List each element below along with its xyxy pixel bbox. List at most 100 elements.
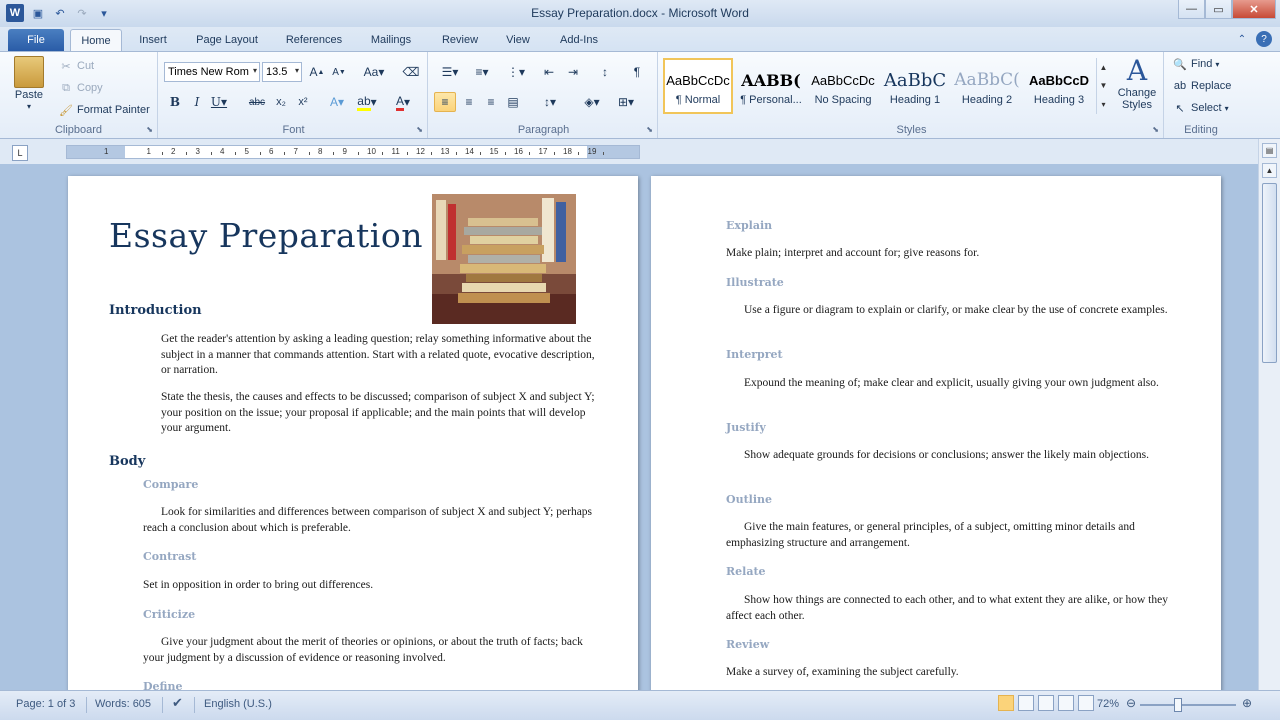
style-heading-2[interactable]: AaBbC( Heading 2: [952, 58, 1022, 114]
line-spacing-icon[interactable]: ↕▾: [536, 92, 564, 112]
style-preview: AaBbCcD: [1029, 72, 1089, 88]
zoom-slider-thumb[interactable]: [1174, 698, 1182, 712]
ribbon-tabs: File Home Insert Page Layout References …: [0, 27, 1280, 51]
zoom-out-icon[interactable]: ⊖: [1126, 696, 1136, 710]
clear-formatting-icon[interactable]: ⌫: [400, 62, 422, 82]
book-stack-image[interactable]: [432, 194, 576, 324]
font-color-icon[interactable]: A ▾: [392, 92, 414, 112]
font-name-combo[interactable]: Times New Rom ▾: [164, 62, 260, 82]
show-formatting-icon[interactable]: ¶: [626, 62, 648, 82]
tab-mailings[interactable]: Mailings: [360, 29, 422, 51]
tab-file[interactable]: File: [8, 29, 64, 51]
shrink-font-button[interactable]: A ▼: [328, 62, 350, 82]
tab-review[interactable]: Review: [432, 29, 488, 51]
style-preview: AABB(: [741, 70, 801, 90]
align-center-icon[interactable]: ≡: [458, 92, 480, 112]
style-heading-1[interactable]: AaBbC Heading 1: [880, 58, 950, 114]
chevron-down-icon[interactable]: ▼: [1100, 81, 1108, 90]
tab-view[interactable]: View: [496, 29, 540, 51]
scroll-thumb[interactable]: [1262, 183, 1277, 363]
ruler-tick: [333, 152, 335, 155]
minimize-ribbon-icon[interactable]: ⌃: [1234, 31, 1250, 47]
text-effects-icon[interactable]: A▾: [326, 92, 348, 112]
grow-font-button[interactable]: A ▲: [306, 62, 328, 82]
tab-page-layout[interactable]: Page Layout: [186, 29, 268, 51]
borders-icon[interactable]: ⊞▾: [612, 92, 640, 112]
style-heading-3[interactable]: AaBbCcD Heading 3: [1024, 58, 1094, 114]
contrast-paragraph: Set in opposition in order to bring out …: [143, 579, 374, 591]
bullets-icon[interactable]: ☰▾: [436, 62, 464, 82]
minimize-button[interactable]: —: [1178, 0, 1205, 19]
compare-heading: Compare: [143, 478, 199, 491]
ruler-number: 6: [269, 147, 274, 156]
strikethrough-button[interactable]: abc: [246, 92, 268, 112]
justify-icon[interactable]: ▤: [502, 92, 524, 112]
style-personal[interactable]: AABB( ¶ Personal...: [736, 58, 806, 114]
ruler-toggle-icon[interactable]: ▤: [1262, 143, 1277, 158]
font-size-combo[interactable]: 13.5 ▾: [262, 62, 302, 82]
tab-selector-icon[interactable]: L: [12, 145, 28, 161]
document-area[interactable]: Essay Preparation Introduction Get the r…: [0, 164, 1258, 690]
align-right-icon[interactable]: ≡: [480, 92, 502, 112]
find-button[interactable]: 🔍 Find ▾: [1172, 56, 1219, 72]
bold-button[interactable]: B: [164, 92, 186, 112]
multilevel-list-icon[interactable]: ⋮▾: [502, 62, 530, 82]
review-heading: Review: [726, 638, 770, 651]
paragraph-launcher-icon[interactable]: ⬊: [646, 125, 653, 134]
proofing-icon[interactable]: ✔: [172, 695, 183, 711]
increase-indent-icon[interactable]: ⇥: [562, 62, 584, 82]
font-launcher-icon[interactable]: ⬊: [416, 125, 423, 134]
word-count[interactable]: Words: 605: [95, 698, 151, 710]
page-count[interactable]: Page: 1 of 3: [16, 698, 75, 710]
chevron-down-icon: ▾: [294, 66, 299, 75]
subscript-button[interactable]: x₂: [270, 92, 292, 112]
tab-insert[interactable]: Insert: [128, 29, 178, 51]
style-name: No Spacing: [814, 94, 872, 106]
format-painter-button[interactable]: 🖌 Format Painter: [58, 102, 150, 118]
full-screen-reading-icon[interactable]: [1018, 695, 1034, 711]
draft-view-icon[interactable]: [1078, 695, 1094, 711]
change-styles-button[interactable]: A Change Styles: [1114, 56, 1160, 112]
copy-button[interactable]: ⧉ Copy: [58, 80, 103, 96]
tab-home[interactable]: Home: [70, 29, 122, 51]
numbering-icon[interactable]: ≡▾: [468, 62, 496, 82]
more-styles-icon[interactable]: ▾: [1101, 100, 1105, 109]
decrease-indent-icon[interactable]: ⇤: [538, 62, 560, 82]
tab-references[interactable]: References: [276, 29, 352, 51]
print-layout-icon[interactable]: [998, 695, 1014, 711]
zoom-in-icon[interactable]: ⊕: [1242, 696, 1252, 710]
underline-button[interactable]: U▾: [208, 92, 230, 112]
shading-icon[interactable]: ◈▾: [578, 92, 606, 112]
styles-scroll[interactable]: ▲ ▼ ▾: [1096, 58, 1110, 114]
editing-group: 🔍 Find ▾ ab Replace ↖ Select ▾ Editing: [1166, 52, 1236, 138]
change-case-button[interactable]: Aa▾: [360, 62, 388, 82]
scroll-up-icon[interactable]: ▲: [1262, 163, 1277, 178]
help-icon[interactable]: ?: [1256, 31, 1272, 47]
zoom-level[interactable]: 72%: [1097, 698, 1119, 710]
language-indicator[interactable]: English (U.S.): [204, 698, 272, 710]
align-left-icon[interactable]: ≡: [434, 92, 456, 112]
vertical-scrollbar[interactable]: ▤ ▲: [1258, 139, 1280, 690]
superscript-button[interactable]: x²: [292, 92, 314, 112]
close-button[interactable]: ✕: [1232, 0, 1276, 19]
highlight-icon[interactable]: ab ▾: [356, 92, 378, 112]
select-button[interactable]: ↖ Select ▾: [1172, 100, 1228, 116]
chevron-up-icon[interactable]: ▲: [1100, 63, 1108, 72]
page-1[interactable]: Essay Preparation Introduction Get the r…: [68, 176, 638, 690]
styles-launcher-icon[interactable]: ⬊: [1152, 125, 1159, 134]
replace-button[interactable]: ab Replace: [1172, 78, 1231, 94]
clipboard-launcher-icon[interactable]: ⬊: [146, 125, 153, 134]
outline-view-icon[interactable]: [1058, 695, 1074, 711]
cut-button[interactable]: ✂ Cut: [58, 58, 94, 74]
tab-add-ins[interactable]: Add-Ins: [550, 29, 608, 51]
sort-icon[interactable]: ↕: [594, 62, 616, 82]
page-2[interactable]: Explain Make plain; interpret and accoun…: [651, 176, 1221, 690]
italic-button[interactable]: I: [186, 92, 208, 112]
horizontal-ruler[interactable]: 1 1 2 3 4 5 6 7 8 9 10 11 12 13 14 15 16 17 18 19: [66, 145, 640, 159]
paste-button[interactable]: Paste ▾: [14, 56, 44, 111]
maximize-button[interactable]: ▭: [1205, 0, 1232, 19]
style-no-spacing[interactable]: AaBbCcDc No Spacing: [808, 58, 878, 114]
web-layout-icon[interactable]: [1038, 695, 1054, 711]
zoom-slider-track[interactable]: [1140, 704, 1236, 706]
style-normal[interactable]: AaBbCcDc ¶ Normal: [663, 58, 733, 114]
